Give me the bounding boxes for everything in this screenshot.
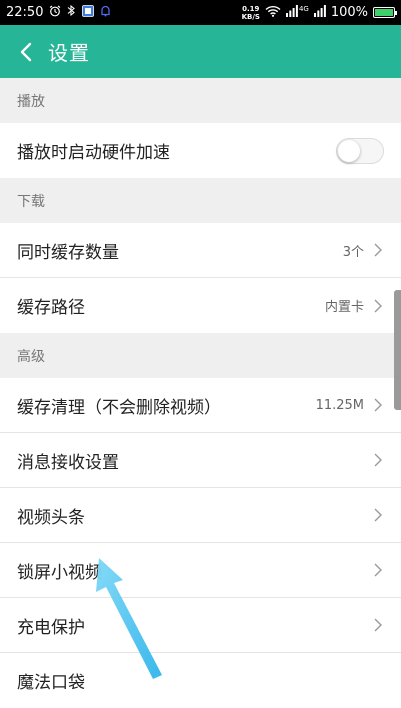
alarm-icon xyxy=(49,5,61,21)
network-type-label: 4G xyxy=(298,4,309,13)
chevron-right-icon xyxy=(372,397,384,413)
setting-label: 播放时启动硬件加速 xyxy=(17,143,170,163)
page-title: 设置 xyxy=(48,41,90,65)
chevron-right-icon xyxy=(372,242,384,258)
setting-magic-pocket[interactable]: 魔法口袋 xyxy=(0,653,401,708)
back-button[interactable] xyxy=(16,42,36,62)
setting-label: 同时缓存数量 xyxy=(17,242,119,263)
section-header-download: 下载 xyxy=(0,178,401,223)
battery-level-fill xyxy=(375,9,393,16)
setting-video-headlines[interactable]: 视频头条 xyxy=(0,488,401,543)
bluetooth-icon xyxy=(67,4,76,21)
section-header-advanced: 高级 xyxy=(0,333,401,378)
setting-label: 消息接收设置 xyxy=(17,452,119,473)
setting-hardware-acceleration[interactable]: 播放时启动硬件加速 xyxy=(0,123,401,178)
setting-label: 缓存清理（不会删除视频） xyxy=(17,397,221,418)
chevron-right-icon xyxy=(372,298,384,314)
setting-label: 视频头条 xyxy=(17,507,85,528)
chevron-right-icon xyxy=(372,452,384,468)
app-notification-icon xyxy=(82,4,95,21)
hardware-acceleration-toggle[interactable] xyxy=(336,137,384,164)
setting-value: 3个 xyxy=(342,244,364,260)
chevron-right-icon xyxy=(372,507,384,523)
status-time: 22:50 xyxy=(6,5,44,20)
status-bar: 22:50 0.19 KB/S 4G 100% xyxy=(0,0,401,25)
battery-percent: 100% xyxy=(330,5,368,20)
setting-cache-cleanup[interactable]: 缓存清理（不会删除视频） 11.25M xyxy=(0,378,401,433)
setting-cache-path[interactable]: 缓存路径 内置卡 xyxy=(0,278,401,333)
setting-value: 内置卡 xyxy=(324,300,364,315)
scrollbar-thumb[interactable] xyxy=(394,290,401,410)
setting-label: 充电保护 xyxy=(17,617,85,638)
signal-icon-2 xyxy=(313,4,326,21)
toggle-knob xyxy=(338,139,360,162)
setting-label: 缓存路径 xyxy=(17,298,85,318)
settings-list: 播放 播放时启动硬件加速 下载 同时缓存数量 3个 缓存路径 内置卡 高级 缓存… xyxy=(0,78,401,708)
signal-icon xyxy=(285,4,298,21)
setting-lockscreen-video[interactable]: 锁屏小视频 xyxy=(0,543,401,598)
setting-message-receive[interactable]: 消息接收设置 xyxy=(0,433,401,488)
wifi-icon xyxy=(265,5,281,21)
ring-icon xyxy=(100,5,111,21)
setting-value: 11.25M xyxy=(315,397,364,413)
setting-label: 锁屏小视频 xyxy=(17,562,102,583)
title-bar: 设置 xyxy=(0,25,401,78)
setting-charging-protection[interactable]: 充电保护 xyxy=(0,598,401,653)
setting-concurrent-cache-count[interactable]: 同时缓存数量 3个 xyxy=(0,223,401,278)
chevron-right-icon xyxy=(372,562,384,578)
chevron-right-icon xyxy=(372,617,384,633)
setting-label: 魔法口袋 xyxy=(17,673,85,693)
chevron-left-icon xyxy=(20,42,32,61)
section-header-playback: 播放 xyxy=(0,78,401,123)
net-speed: 0.19 KB/S xyxy=(241,4,260,21)
battery-icon xyxy=(373,7,397,18)
